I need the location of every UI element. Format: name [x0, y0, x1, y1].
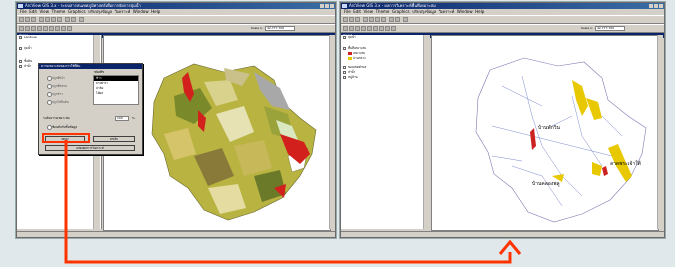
workflow-arrow [64, 140, 522, 264]
